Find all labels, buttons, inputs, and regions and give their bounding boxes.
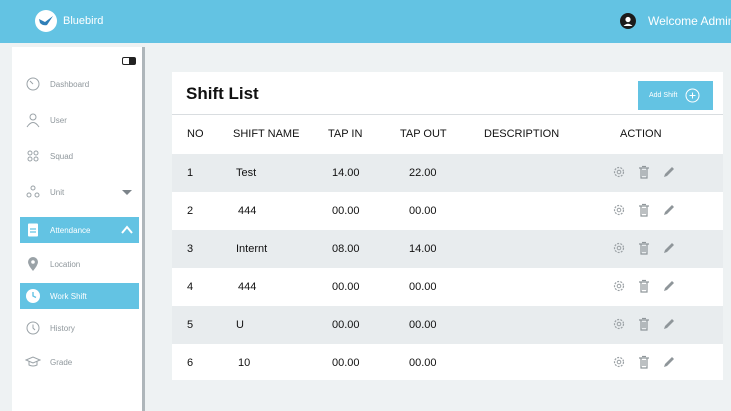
top-bar: Bluebird Welcome Admin [0, 0, 731, 43]
user-menu[interactable]: Welcome Admin [620, 13, 731, 29]
trash-icon[interactable] [637, 241, 651, 255]
cell-tap-in: 14.00 [332, 167, 360, 179]
sidebar-item-label: Squad [50, 151, 74, 161]
cell-tap-out: 00.00 [409, 357, 437, 369]
pencil-icon[interactable] [662, 317, 676, 331]
chevron-up-icon[interactable] [121, 225, 133, 235]
bluebird-logo-icon [35, 10, 57, 32]
sidebar-item-history[interactable]: History [20, 315, 139, 341]
sidebar-item-label: History [50, 323, 75, 333]
attendance-icon [28, 223, 38, 237]
cell-shift-name: U [236, 319, 244, 331]
table-row: 5 U 00.00 00.00 [172, 306, 723, 344]
plus-circle-icon [685, 88, 700, 103]
cell-tap-out: 22.00 [409, 167, 437, 179]
sidebar-item-label: Dashboard [50, 79, 90, 89]
cell-tap-out: 00.00 [409, 281, 437, 293]
sidebar-item-label: User [50, 115, 67, 125]
table-row: 6 10 00.00 00.00 [172, 344, 723, 382]
welcome-text: Welcome Admin [648, 14, 731, 28]
column-header-tap-in: TAP IN [328, 128, 363, 140]
sidebar-item-location[interactable]: Location [20, 251, 139, 277]
sidebar-item-dashboard[interactable]: Dashboard [20, 71, 139, 97]
cell-tap-out: 00.00 [409, 205, 437, 217]
cell-tap-in: 00.00 [332, 205, 360, 217]
grade-icon [25, 356, 41, 367]
pencil-icon[interactable] [662, 203, 676, 217]
cell-no: 1 [187, 167, 194, 179]
gear-icon[interactable] [612, 355, 626, 369]
column-header-no: NO [187, 128, 204, 140]
table-row: 3 Internt 08.00 14.00 [172, 230, 723, 268]
cell-no: 3 [187, 243, 194, 255]
brand[interactable]: Bluebird [34, 9, 103, 33]
table-header: NO SHIFT NAME TAP IN TAP OUT DESCRIPTION… [172, 114, 723, 154]
chevron-down-icon[interactable] [121, 187, 133, 197]
pencil-icon[interactable] [662, 355, 676, 369]
gear-icon[interactable] [612, 279, 626, 293]
cell-tap-in: 00.00 [332, 357, 360, 369]
sidebar-item-user[interactable]: User [20, 107, 139, 133]
dashboard-icon [26, 77, 40, 91]
cell-tap-in: 00.00 [332, 319, 360, 331]
pencil-icon[interactable] [662, 165, 676, 179]
brand-name: Bluebird [63, 15, 104, 27]
add-shift-button-label: Add Shift [649, 92, 678, 99]
user-icon [26, 113, 40, 128]
cell-tap-in: 00.00 [332, 281, 360, 293]
cell-no: 5 [187, 319, 194, 331]
cell-tap-in: 08.00 [332, 243, 360, 255]
sidebar-divider [142, 47, 145, 411]
trash-icon[interactable] [637, 279, 651, 293]
trash-icon[interactable] [637, 203, 651, 217]
sidebar-toggle-icon[interactable] [122, 57, 136, 65]
sidebar-item-label: Location [50, 259, 81, 269]
sidebar-item-unit[interactable]: Unit [20, 179, 139, 205]
table-row: 4 444 00.00 00.00 [172, 268, 723, 306]
add-shift-button[interactable]: Add Shift [638, 81, 713, 110]
sidebar-item-label: Unit [50, 187, 65, 197]
cell-shift-name: 444 [238, 205, 257, 217]
sidebar-item-grade[interactable]: Grade [20, 349, 139, 375]
trash-icon[interactable] [637, 317, 651, 331]
sidebar-item-label: Grade [50, 357, 73, 367]
trash-icon[interactable] [637, 165, 651, 179]
unit-icon [26, 185, 40, 198]
column-header-description: DESCRIPTION [484, 128, 560, 140]
cell-shift-name: Internt [236, 243, 268, 255]
cell-shift-name: 10 [238, 357, 251, 369]
avatar-icon [620, 13, 636, 29]
cell-no: 6 [187, 357, 194, 369]
table-row: 2 444 00.00 00.00 [172, 192, 723, 230]
sidebar-item-squad[interactable]: Squad [20, 143, 139, 169]
shift-list-panel: Shift List Add Shift NO SHIFT NAME TAP I… [172, 72, 723, 380]
cell-shift-name: 444 [238, 281, 257, 293]
sidebar-item-work-shift[interactable]: Work Shift [20, 283, 139, 309]
gear-icon[interactable] [612, 203, 626, 217]
history-icon [26, 321, 40, 335]
cell-tap-out: 00.00 [409, 319, 437, 331]
cell-no: 2 [187, 205, 194, 217]
clock-icon [26, 289, 40, 303]
pencil-icon[interactable] [662, 241, 676, 255]
column-header-shift-name: SHIFT NAME [233, 128, 300, 140]
gear-icon[interactable] [612, 317, 626, 331]
page-title: Shift List [186, 84, 259, 103]
sidebar-item-label: Attendance [50, 225, 91, 235]
sidebar-item-label: Work Shift [50, 291, 87, 301]
column-header-tap-out: TAP OUT [400, 128, 447, 140]
gear-icon[interactable] [612, 165, 626, 179]
gear-icon[interactable] [612, 241, 626, 255]
cell-no: 4 [187, 281, 194, 293]
sidebar: Dashboard User Squad Unit Attendance Loc… [12, 47, 142, 411]
trash-icon[interactable] [637, 355, 651, 369]
cell-shift-name: Test [236, 167, 257, 179]
location-icon [28, 257, 38, 271]
cell-tap-out: 14.00 [409, 243, 437, 255]
table-row: 1 Test 14.00 22.00 [172, 154, 723, 192]
pencil-icon[interactable] [662, 279, 676, 293]
sidebar-item-attendance[interactable]: Attendance [20, 217, 139, 243]
column-header-action: ACTION [620, 128, 662, 140]
squad-icon [27, 150, 39, 162]
